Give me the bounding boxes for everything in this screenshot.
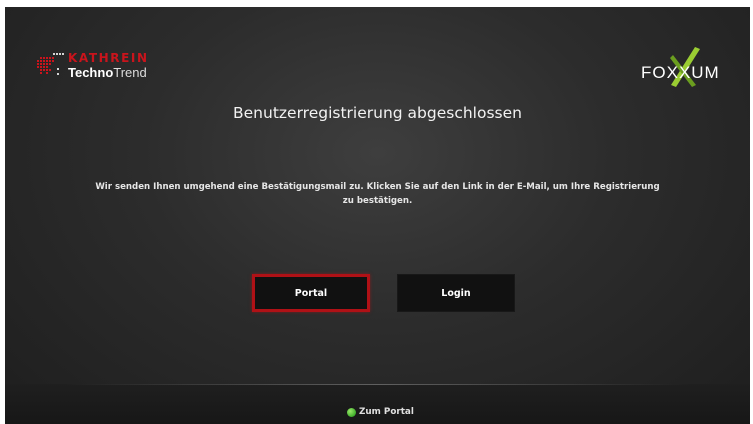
technotrend-light: Trend	[113, 65, 147, 80]
login-button[interactable]: Login	[397, 274, 515, 312]
kathrein-technotrend-logo: KATHREIN TechnoTrend	[37, 50, 187, 90]
footer-hint-label: Zum Portal	[359, 407, 414, 417]
technotrend-bold: Techno	[68, 65, 114, 80]
footer-divider	[65, 384, 690, 385]
dialog-message: Wir senden Ihnen umgehend eine Bestätigu…	[95, 182, 660, 206]
footer-bar: Zum Portal	[5, 384, 750, 424]
tv-screen: KATHREIN TechnoTrend FOXXUM Benutzerregi…	[5, 7, 750, 424]
portal-button[interactable]: Portal	[252, 274, 370, 312]
dialog-title: Benutzerregistrierung abgeschlossen	[233, 104, 522, 122]
technotrend-wordmark: TechnoTrend	[68, 65, 147, 81]
foxxum-logo: FOXXUM	[637, 45, 729, 89]
foxxum-wordmark: FOXXUM	[641, 63, 720, 82]
kathrein-wordmark: KATHREIN	[68, 51, 149, 65]
green-button-icon	[347, 407, 356, 417]
footer-hint-portal[interactable]: Zum Portal	[347, 407, 414, 417]
dot-grid-icon	[37, 53, 64, 75]
